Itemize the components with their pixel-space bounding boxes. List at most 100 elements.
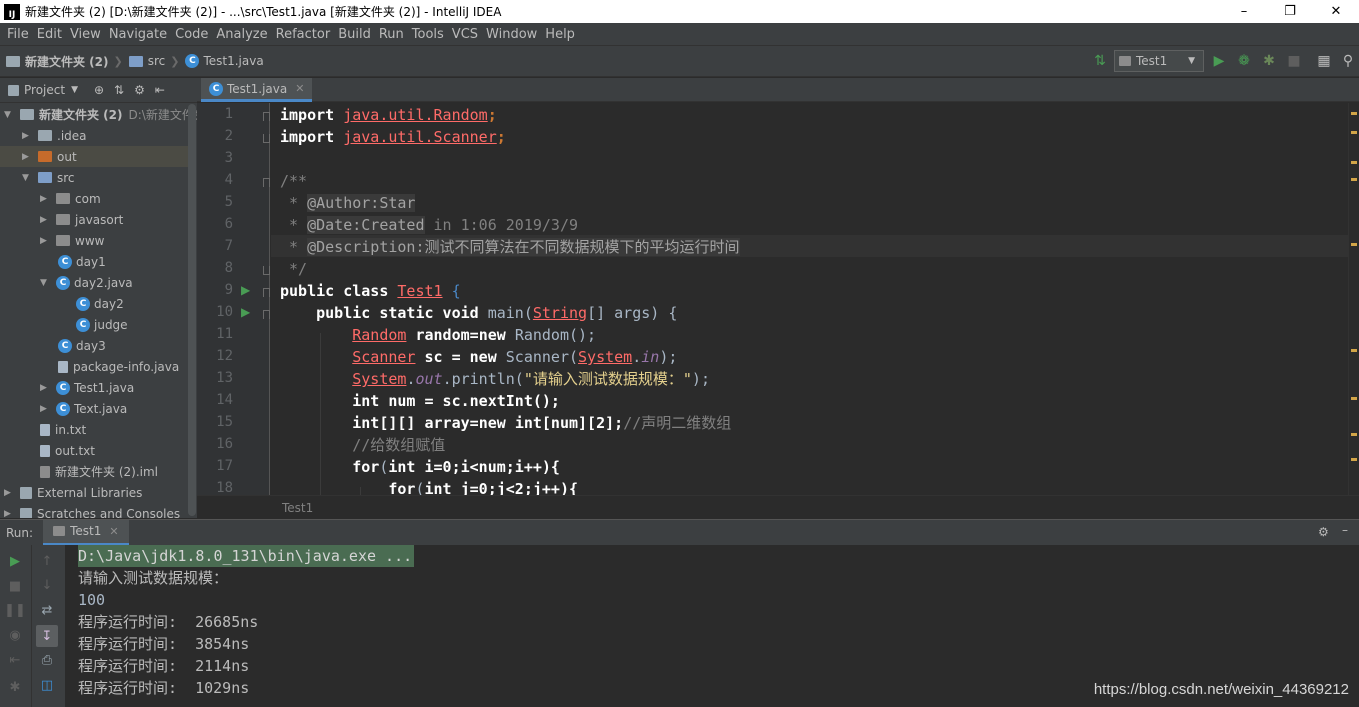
code-token: java.util.Random — [343, 106, 488, 124]
warning-marker[interactable] — [1351, 458, 1357, 461]
menu-edit[interactable]: Edit — [33, 27, 66, 42]
tree-item-iml[interactable]: 新建文件夹 (2).iml — [40, 461, 158, 482]
soft-wrap-icon[interactable]: ⇄ — [39, 602, 55, 618]
exit-icon[interactable]: ⇤ — [7, 652, 23, 668]
debug-icon[interactable]: ❁ — [1236, 53, 1252, 69]
menu-help[interactable]: Help — [541, 27, 579, 42]
sidebar-scrollbar[interactable] — [188, 104, 196, 516]
tree-item-project-root[interactable]: ▼ 新建文件夹 (2) D:\新建文件夹 — [4, 104, 197, 125]
menu-build[interactable]: Build — [334, 27, 375, 42]
tree-item-scratches[interactable]: ▶ Scratches and Consoles — [4, 503, 180, 518]
run-config-select[interactable]: Test1 ▼ — [1114, 50, 1204, 72]
tree-item-www[interactable]: ▶ www — [40, 230, 104, 251]
fold-icon[interactable] — [263, 266, 270, 275]
tree-item-test1-java[interactable]: ▶ C Test1.java — [40, 377, 134, 398]
tree-item-in-txt[interactable]: in.txt — [40, 419, 86, 440]
menu-run[interactable]: Run — [375, 27, 408, 42]
close-button[interactable]: ✕ — [1313, 0, 1359, 23]
close-icon[interactable]: ✕ — [295, 82, 304, 95]
maximize-button[interactable]: ❐ — [1267, 0, 1313, 23]
code-editor[interactable]: import java.util.Random; import java.uti… — [271, 103, 1348, 495]
arrow-down-icon[interactable]: ↓ — [39, 577, 55, 593]
editor-footer-crumb[interactable]: Test1 — [282, 501, 313, 515]
menu-analyze[interactable]: Analyze — [212, 27, 271, 42]
chevron-down-icon[interactable]: ▼ — [71, 85, 78, 95]
tab-test1-java[interactable]: C Test1.java ✕ — [201, 78, 313, 102]
breadcrumb-src[interactable]: src ❯ — [128, 54, 179, 68]
camera-icon[interactable]: ◉ — [7, 627, 23, 643]
close-icon[interactable]: ✕ — [109, 525, 118, 538]
menu-vcs[interactable]: VCS — [448, 27, 482, 42]
arrow-up-icon[interactable]: ↑ — [39, 553, 55, 569]
pin-icon[interactable]: ✱ — [7, 679, 23, 695]
run-gutter-icon[interactable]: ▶ — [241, 305, 250, 319]
menu-file[interactable]: File — [3, 27, 33, 42]
tree-item-text-java[interactable]: ▶ C Text.java — [40, 398, 127, 419]
warning-marker[interactable] — [1351, 397, 1357, 400]
fold-icon[interactable] — [263, 178, 270, 187]
warning-marker[interactable] — [1351, 112, 1357, 115]
fold-icon[interactable] — [263, 134, 270, 143]
menu-refactor[interactable]: Refactor — [272, 27, 335, 42]
warning-marker[interactable] — [1351, 131, 1357, 134]
menu-tools[interactable]: Tools — [408, 27, 448, 42]
chevron-down-icon: ▼ — [4, 109, 11, 120]
warning-marker[interactable] — [1351, 433, 1357, 436]
warning-marker[interactable] — [1351, 243, 1357, 246]
tree-item-package-info[interactable]: package-info.java — [58, 356, 179, 377]
coverage-icon[interactable]: ✱ — [1261, 53, 1277, 69]
trash-icon[interactable]: ◫ — [39, 677, 55, 693]
rerun-icon[interactable]: ▶ — [7, 553, 23, 569]
stop-icon[interactable]: ■ — [7, 578, 23, 594]
breadcrumb-file[interactable]: C Test1.java — [185, 54, 264, 68]
tree-item-out[interactable]: ▶ out — [0, 146, 188, 167]
tree-item-external-libraries[interactable]: ▶ External Libraries — [4, 482, 142, 503]
gear-icon[interactable]: ⚙ — [134, 83, 145, 97]
breadcrumb-project[interactable]: 新建文件夹 (2) ❯ — [6, 53, 123, 70]
chevron-right-icon: ▶ — [22, 151, 29, 162]
hide-icon[interactable]: ⇤ — [155, 83, 165, 97]
run-gutter-icon[interactable]: ▶ — [241, 283, 250, 297]
scratches-icon — [20, 507, 32, 518]
fold-icon[interactable] — [263, 310, 270, 319]
project-structure-icon[interactable]: ▦ — [1316, 53, 1332, 69]
tree-item-day1[interactable]: C day1 — [58, 251, 106, 272]
package-icon — [56, 193, 70, 204]
print-icon[interactable]: ⎙ — [39, 652, 55, 668]
target-icon[interactable]: ⊕ — [94, 83, 104, 97]
tree-item-com[interactable]: ▶ com — [40, 188, 101, 209]
run-tab-test1[interactable]: Test1 ✕ — [43, 519, 129, 546]
tree-item-javasort[interactable]: ▶ javasort — [40, 209, 123, 230]
project-panel-title[interactable]: Project — [24, 83, 65, 97]
collapse-icon[interactable]: ⇅ — [114, 83, 124, 97]
error-stripe[interactable] — [1348, 103, 1359, 495]
tree-item-day2-java[interactable]: ▼ C day2.java — [40, 272, 133, 293]
menu-view[interactable]: View — [66, 27, 105, 42]
warning-marker[interactable] — [1351, 161, 1357, 164]
fold-icon[interactable] — [263, 112, 270, 121]
tree-item-judge[interactable]: C judge — [76, 314, 128, 335]
minimize-panel-icon[interactable]: – — [1342, 523, 1348, 537]
package-icon — [56, 214, 70, 225]
menu-window[interactable]: Window — [482, 27, 541, 42]
tree-item-out-txt[interactable]: out.txt — [40, 440, 95, 461]
warning-marker[interactable] — [1351, 349, 1357, 352]
pause-icon[interactable]: ❚❚ — [4, 602, 26, 618]
tree-item-day3[interactable]: C day3 — [58, 335, 106, 356]
run-icon[interactable]: ▶ — [1211, 53, 1227, 69]
stop-icon[interactable]: ■ — [1286, 53, 1302, 69]
menu-navigate[interactable]: Navigate — [105, 27, 171, 42]
tree-item-idea[interactable]: ▶ .idea — [22, 125, 87, 146]
code-line-6: * @Date:Created in 1:06 2019/3/9 — [280, 214, 578, 236]
minimize-button[interactable]: – — [1221, 0, 1267, 23]
scroll-to-end-icon[interactable]: ↧ — [36, 625, 58, 647]
menu-code[interactable]: Code — [171, 27, 212, 42]
tree-item-day2[interactable]: C day2 — [76, 293, 124, 314]
build-icon[interactable]: ⇅ — [1092, 53, 1108, 69]
warning-marker[interactable] — [1351, 178, 1357, 181]
tree-item-label: com — [75, 191, 101, 206]
search-icon[interactable]: ⚲ — [1340, 53, 1356, 69]
gear-icon[interactable]: ⚙ — [1318, 525, 1329, 539]
fold-icon[interactable] — [263, 288, 270, 297]
tree-item-src[interactable]: ▼ src — [22, 167, 75, 188]
